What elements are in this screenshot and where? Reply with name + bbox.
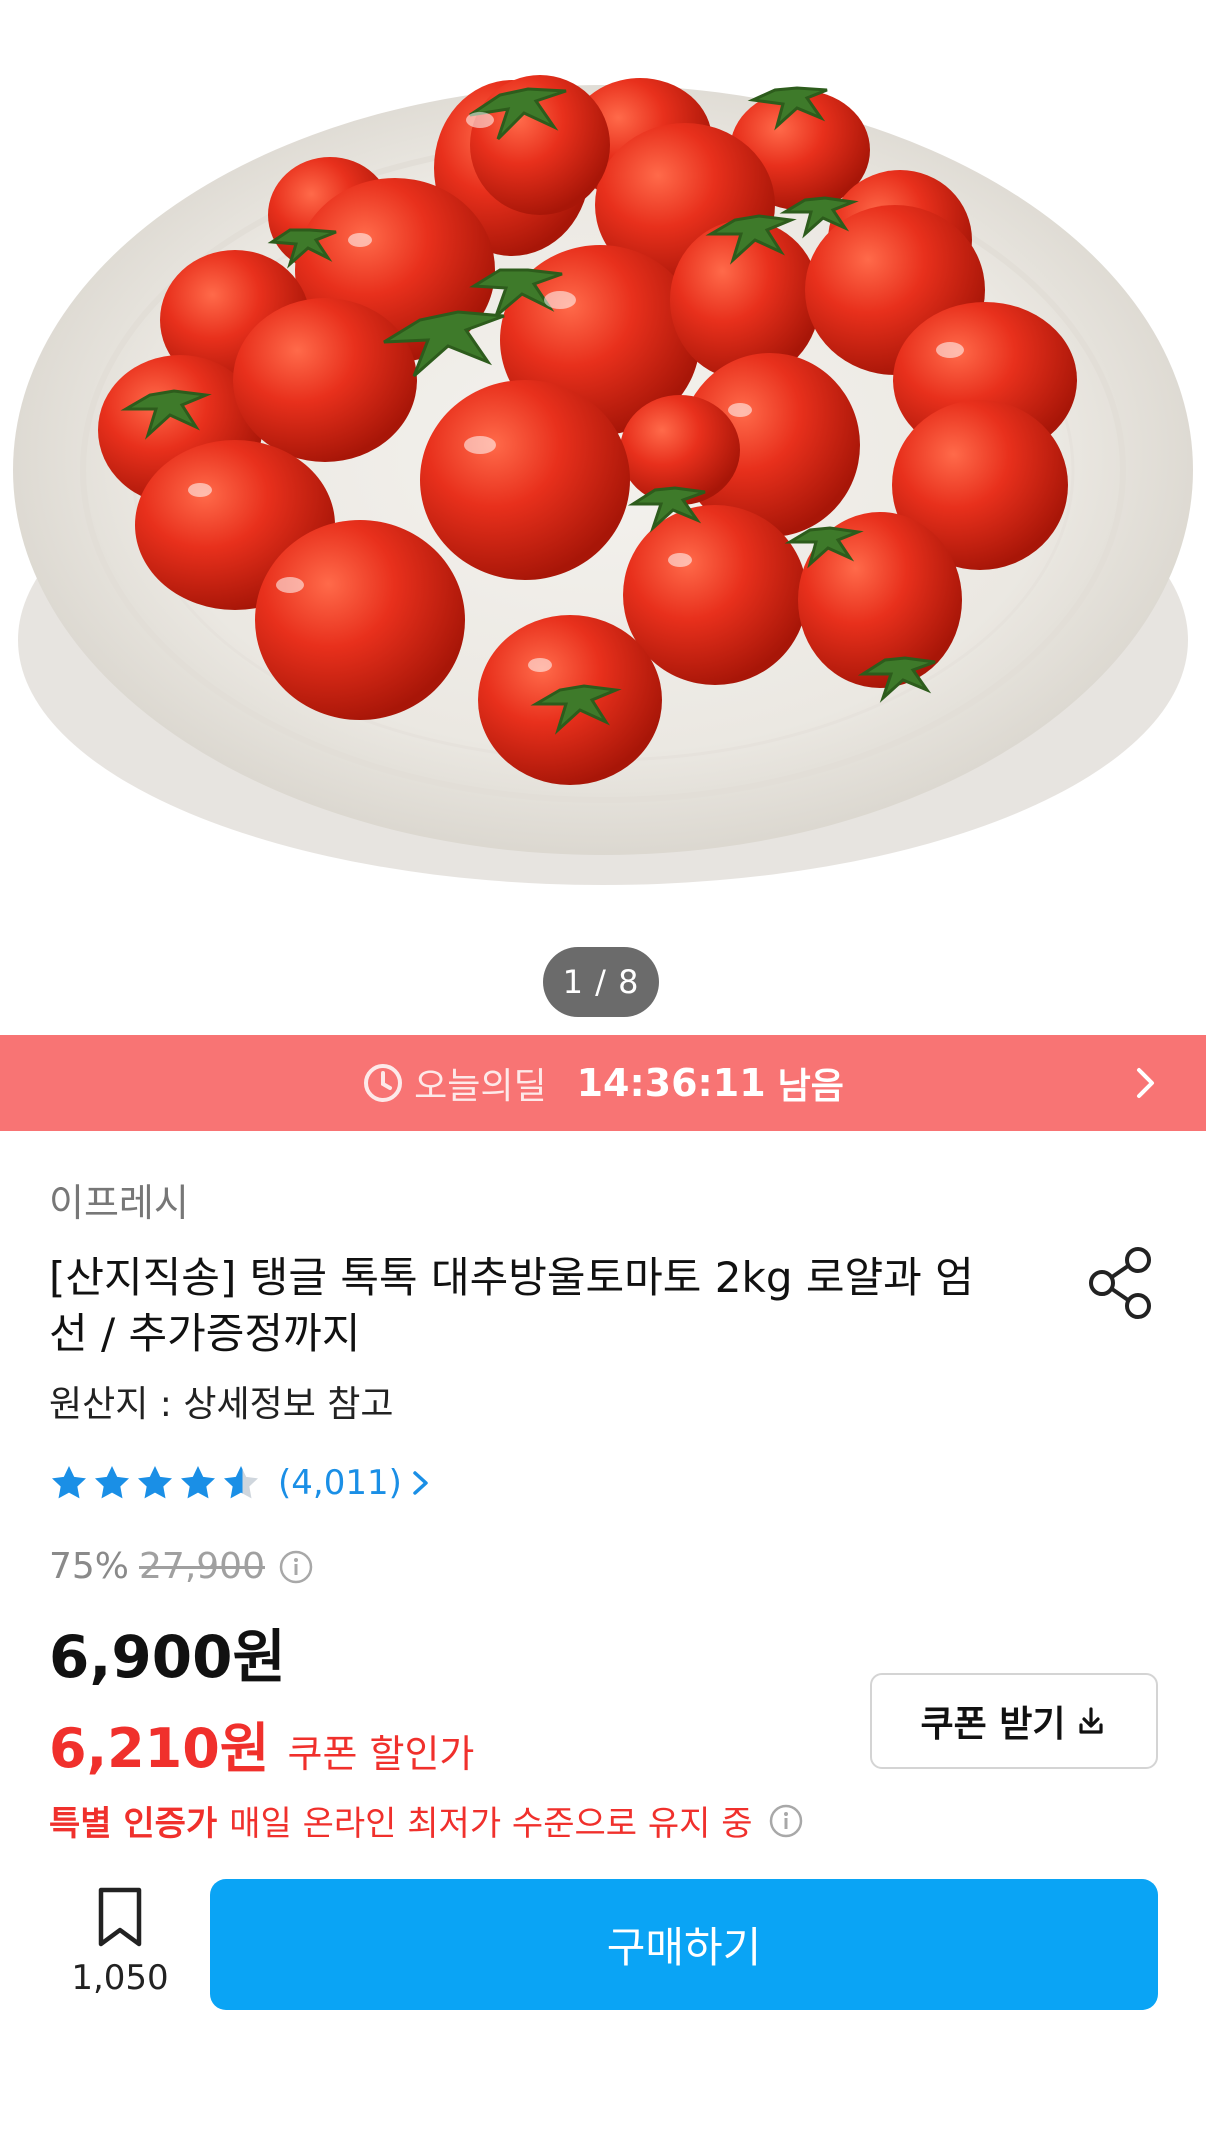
discount-row: 75% 27,900 [49,1546,315,1587]
star-icon [95,1466,129,1499]
product-image-gallery[interactable]: 1 / 8 [0,0,1206,1035]
coupon-price-row: 6,210원 쿠폰 할인가 [49,1704,474,1783]
special-price-notice: 특별 인증가 매일 온라인 최저가 수준으로 유지 중 [49,1796,805,1845]
image-pager-indicator: 1 / 8 [543,947,659,1017]
origin-info: 원산지 : 상세정보 참고 [49,1384,394,1425]
deal-label: 오늘의딜 [414,1066,547,1107]
product-title: [산지직송] 탱글 톡톡 대추방울토마토 2kg 로얄과 엄선 / 추가증정까지 [49,1253,974,1358]
chevron-right-icon [413,1471,428,1495]
info-icon[interactable] [767,1802,805,1840]
clock-icon [364,1064,403,1102]
download-icon [1078,1707,1103,1734]
bookmark-icon [98,1887,142,1947]
rating-summary[interactable]: (4,011) [49,1458,434,1508]
share-icon[interactable] [1086,1246,1156,1320]
seller-name[interactable]: 이프레시 [49,1172,189,1227]
sale-price: 6,900원 [49,1623,286,1691]
buy-button[interactable]: 구매하기 [210,1879,1158,2010]
info-icon[interactable] [277,1548,315,1586]
review-count[interactable]: (4,011) [278,1463,402,1503]
todays-deal-bar[interactable]: 오늘의딜 14:36:11 남음 [0,1035,1206,1131]
star-icon [52,1466,86,1499]
get-coupon-label: 쿠폰 받기 [920,1704,1066,1745]
half-star-icon [224,1466,258,1499]
bookmark-button[interactable]: 1,050 [70,1886,170,1998]
deal-remaining-suffix: 남음 [777,1066,844,1107]
coupon-price: 6,210원 [49,1717,270,1780]
get-coupon-button[interactable]: 쿠폰 받기 [870,1673,1158,1769]
coupon-price-label: 쿠폰 할인가 [287,1732,475,1776]
bookmark-count: 1,050 [71,1958,169,1998]
discount-percent: 75% [49,1546,130,1587]
special-price-label: 특별 인증가 [49,1804,218,1844]
original-price: 27,900 [139,1546,265,1587]
star-icon [138,1466,172,1499]
special-price-text: 매일 온라인 최저가 수준으로 유지 중 [229,1804,753,1844]
deal-countdown: 14:36:11 [576,1061,766,1105]
product-photo [13,75,1193,885]
chevron-right-icon[interactable] [1128,1065,1164,1101]
star-icon [181,1466,215,1499]
